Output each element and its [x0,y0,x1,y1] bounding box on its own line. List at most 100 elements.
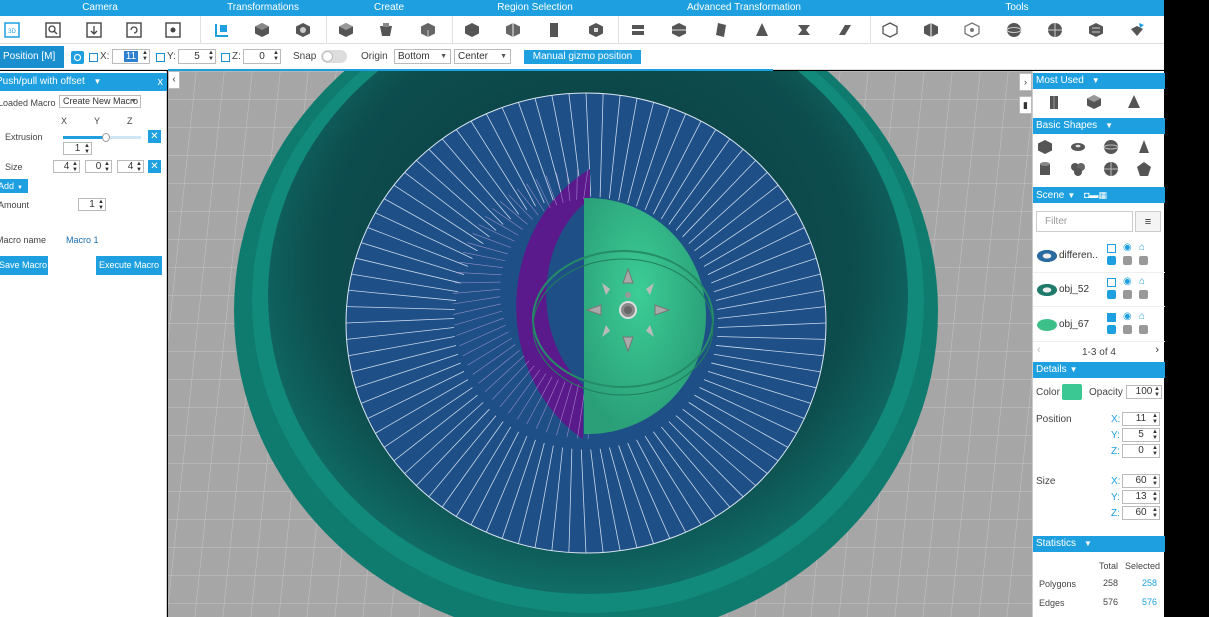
create-extrude-icon[interactable] [376,20,396,40]
merge-icon[interactable] [1045,20,1065,40]
pencil-tool-icon[interactable] [1127,20,1147,40]
export-icon[interactable] [1139,325,1148,334]
select-region-icon[interactable] [586,20,606,40]
statistics-header[interactable]: Statistics ▼ [1033,536,1165,552]
export-icon[interactable] [1139,290,1148,299]
3d-viewport[interactable]: ‹ [168,71,1032,617]
pyramid-icon[interactable] [1135,138,1153,156]
scale-tool-icon[interactable] [252,20,272,40]
save-macro-button[interactable]: Save Macro [0,256,48,275]
position-y-input[interactable]: 5 ▲ ▼ [1122,428,1160,442]
scene-filter-input[interactable]: Filter [1036,211,1133,232]
spin-arrows-icon[interactable]: ▲ ▼ [136,161,142,173]
amount-input[interactable]: 1 ▲ ▼ [78,198,106,211]
panel-toggle-icon[interactable]: ▮ [1019,96,1032,114]
eye-icon[interactable]: ◉ [1123,276,1132,287]
spin-arrows-icon[interactable]: ▲ ▼ [1152,413,1158,425]
lock-icon[interactable]: ⌂ [1139,276,1145,287]
spin-arrows-icon[interactable]: ▲ ▼ [1152,507,1158,519]
size-reset-button[interactable]: ✕ [148,160,161,173]
center-dropdown[interactable]: Center ▼ [454,49,511,64]
x-lock-checkbox[interactable] [89,53,98,62]
position-mode-button[interactable]: Position [M] [0,46,64,68]
cone-icon[interactable] [752,20,772,40]
subdivide-icon[interactable] [1086,20,1106,40]
next-page-icon[interactable]: › [1155,344,1159,356]
x-position-input[interactable]: 11 ▲ ▼ [112,49,150,64]
taper-icon[interactable] [711,20,731,40]
move-tool-icon[interactable] [212,20,232,40]
select-checkbox-icon[interactable] [1107,244,1116,253]
position-z-input[interactable]: 0 ▲ ▼ [1122,444,1160,458]
macro-name-value[interactable]: Macro 1 [66,235,99,245]
create-box-icon[interactable] [336,20,356,40]
rotate-camera-icon[interactable] [124,20,144,40]
scene-item[interactable]: obj_52 ◉ ⌂ [1033,273,1165,307]
star-deform-icon[interactable] [794,20,814,40]
sphere-tool-icon[interactable] [1004,20,1024,40]
cylinder-icon[interactable] [1036,160,1054,178]
origin-dropdown[interactable]: Bottom ▼ [394,49,451,64]
select-checkbox-icon[interactable] [1107,313,1116,322]
wire-icon[interactable] [1123,256,1132,265]
lock-icon[interactable]: ⌂ [1139,311,1145,322]
spin-arrows-icon[interactable]: ▲ ▼ [1154,386,1160,398]
snap-toggle[interactable] [321,50,347,63]
scene-item[interactable]: differen.. ◉ ⌂ [1033,239,1165,273]
twist-icon[interactable] [628,20,648,40]
scene-item[interactable]: obj_67 ◉ ⌂ [1033,308,1165,342]
z-lock-checkbox[interactable] [221,53,230,62]
reset-camera-icon[interactable] [163,20,183,40]
color-swatch[interactable] [1062,384,1082,400]
scene-header[interactable]: Scene ▼ ◘▬▦ [1033,187,1165,203]
wave-icon[interactable] [835,20,855,40]
spin-arrows-icon[interactable]: ▲ ▼ [84,143,90,155]
eye-icon[interactable]: ◉ [1123,311,1132,322]
close-icon[interactable]: x [158,73,164,91]
spin-arrows-icon[interactable]: ▲ ▼ [1152,445,1158,457]
refresh-icon[interactable] [71,51,84,64]
sphere-icon[interactable] [1102,138,1120,156]
layer-icon[interactable] [1107,325,1116,334]
cone-shape-icon[interactable] [1125,93,1143,111]
execute-macro-button[interactable]: Execute Macro [96,256,162,275]
spin-arrows-icon[interactable]: ▲ ▼ [98,199,104,211]
cube-shape-icon[interactable] [1085,93,1103,111]
collapse-left-panel-arrow[interactable]: ‹ [168,71,180,89]
mirror-icon[interactable] [921,20,941,40]
spin-arrows-icon[interactable]: ▲ ▼ [1152,475,1158,487]
collapse-right-panel-arrow[interactable]: › [1019,73,1032,91]
details-header[interactable]: Details ▼ [1033,362,1165,378]
eye-icon[interactable]: ◉ [1123,242,1132,253]
opacity-input[interactable]: 100 ▲ ▼ [1126,385,1162,399]
layer-icon[interactable] [1107,290,1116,299]
camera-3d-icon[interactable]: 3D [2,20,22,40]
manual-gizmo-button[interactable]: Manual gizmo position [524,50,641,64]
wire-icon[interactable] [1123,290,1132,299]
box-shape-icon[interactable] [1045,93,1063,111]
layer-icon[interactable] [1107,256,1116,265]
basic-shapes-header[interactable]: Basic Shapes ▼ [1033,118,1165,134]
pan-camera-icon[interactable] [84,20,104,40]
loaded-macro-dropdown[interactable]: Create New Macro ▼ [59,95,141,108]
size-z-input[interactable]: 4 ▲ ▼ [117,160,144,173]
z-position-input[interactable]: 0 ▲ ▼ [243,49,281,64]
bend-icon[interactable] [669,20,689,40]
y-lock-checkbox[interactable] [156,53,165,62]
add-button[interactable]: Add ▼ [0,179,28,193]
position-x-input[interactable]: 11 ▲ ▼ [1122,412,1160,426]
create-shape-icon[interactable] [418,20,438,40]
chevron-down-icon[interactable]: ▼ [94,77,102,86]
extrusion-slider-handle[interactable] [101,133,110,142]
scene-canvas[interactable] [168,71,1032,617]
select-face-icon[interactable] [462,20,482,40]
filter-icon[interactable]: ≡ [1135,211,1161,232]
spin-arrows-icon[interactable]: ▲ ▼ [104,161,110,173]
export-icon[interactable] [1139,256,1148,265]
size-y-input[interactable]: 13 ▲ ▼ [1122,490,1160,504]
spin-arrows-icon[interactable]: ▲ ▼ [142,50,148,62]
geosphere-icon[interactable] [1102,160,1120,178]
cube-icon[interactable] [1036,138,1054,156]
spin-arrows-icon[interactable]: ▲ ▼ [72,161,78,173]
spin-arrows-icon[interactable]: ▲ ▼ [1152,491,1158,503]
